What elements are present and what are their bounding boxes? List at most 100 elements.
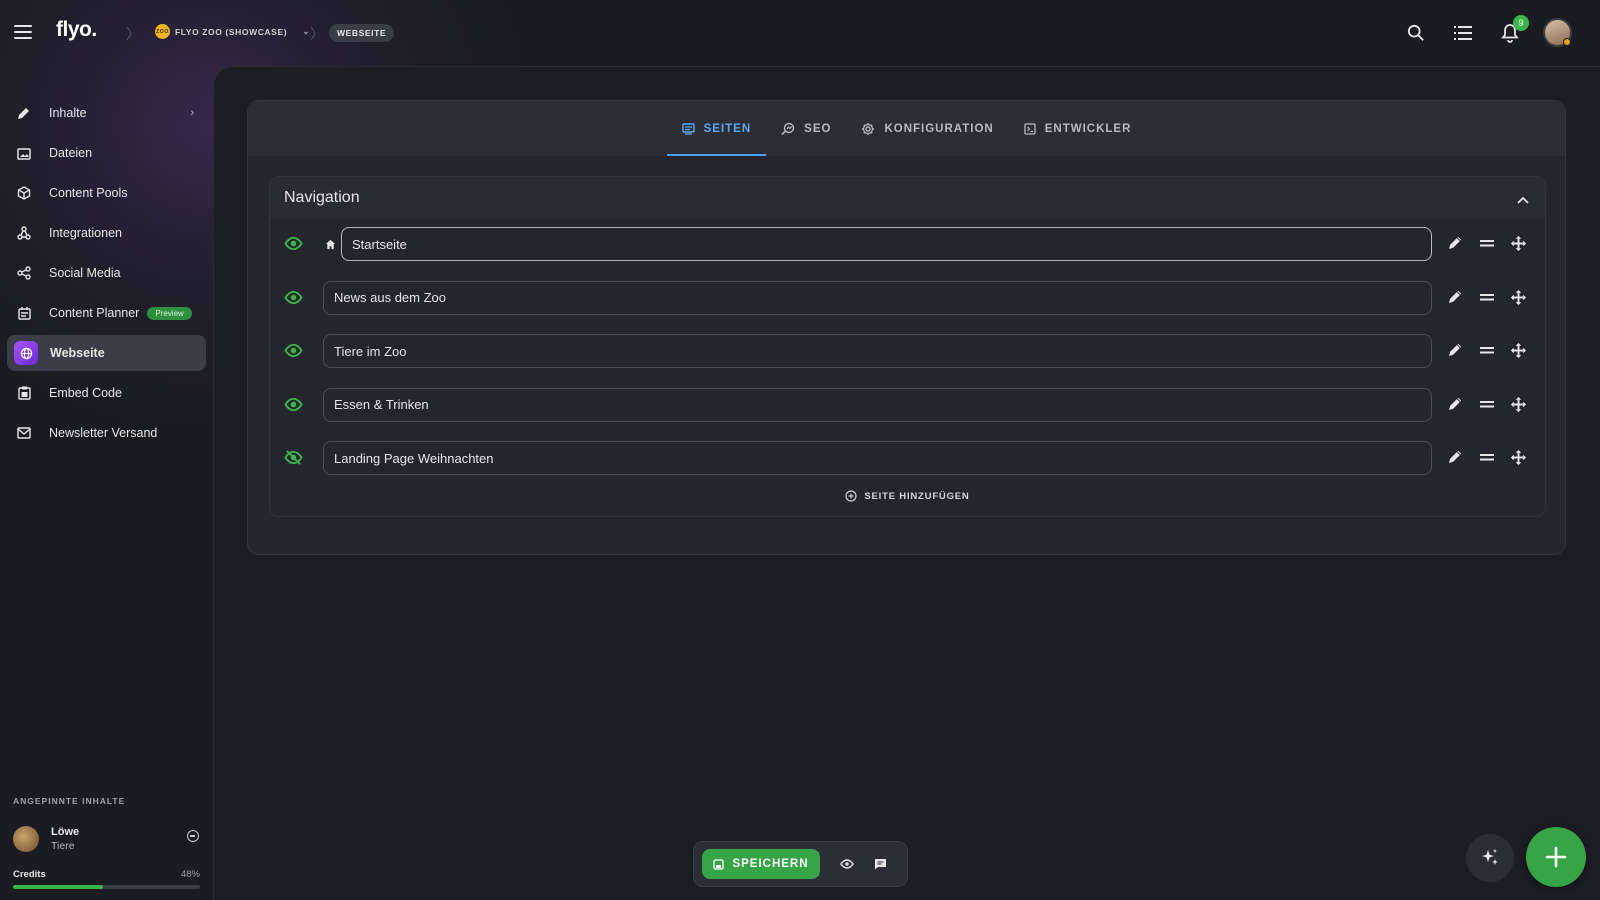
pinned-section-title: ANGEPINNTE INHALTE bbox=[13, 796, 126, 806]
seo-icon bbox=[781, 122, 795, 135]
tab-seiten[interactable]: SEITEN bbox=[666, 101, 767, 156]
page-name-input[interactable]: Tiere im Zoo bbox=[323, 334, 1432, 368]
globe-icon bbox=[14, 341, 38, 365]
sidebar-item-label: Embed Code bbox=[49, 386, 122, 400]
logo[interactable]: flyo. bbox=[56, 18, 97, 42]
drag-handle-icon[interactable] bbox=[1479, 449, 1495, 470]
page-name-input[interactable]: Essen & Trinken bbox=[323, 387, 1432, 422]
plus-icon bbox=[1545, 846, 1567, 868]
task-list-icon[interactable] bbox=[1452, 22, 1474, 44]
edit-pencil-icon[interactable] bbox=[1447, 342, 1463, 363]
unpin-icon[interactable] bbox=[187, 830, 199, 842]
move-arrows-icon[interactable] bbox=[1510, 235, 1527, 257]
page-name-input[interactable]: Startseite bbox=[341, 227, 1432, 261]
sidebar-item-social-media[interactable]: Social Media bbox=[7, 255, 206, 291]
visibility-on-icon[interactable] bbox=[284, 341, 303, 365]
page-name-input[interactable]: News aus dem Zoo bbox=[323, 280, 1432, 315]
add-page-label: SEITE HINZUFÜGEN bbox=[864, 490, 970, 502]
sidebar-item-label: Content Pools bbox=[49, 186, 128, 200]
move-arrows-icon[interactable] bbox=[1510, 396, 1527, 418]
pinned-item[interactable]: Löwe Tiere bbox=[13, 822, 199, 856]
add-page-button[interactable]: SEITE HINZUFÜGEN bbox=[270, 490, 1545, 502]
add-fab-button[interactable] bbox=[1526, 827, 1586, 887]
sidebar-item-webseite[interactable]: Webseite bbox=[7, 335, 206, 371]
edit-pencil-icon[interactable] bbox=[1447, 449, 1463, 470]
breadcrumb-separator: 〉 bbox=[126, 26, 140, 42]
add-circle-icon bbox=[845, 490, 858, 502]
sidebar-item-content-planner[interactable]: Content Planner Preview bbox=[7, 295, 206, 331]
gear-icon bbox=[861, 122, 875, 136]
sidebar-item-embed-code[interactable]: Embed Code bbox=[7, 375, 206, 411]
search-icon[interactable] bbox=[1405, 22, 1427, 44]
sidebar-item-integrationen[interactable]: Integrationen bbox=[7, 215, 206, 251]
embed-icon bbox=[16, 385, 32, 401]
sidebar-item-inhalte[interactable]: Inhalte › bbox=[7, 95, 206, 131]
breadcrumb-org[interactable]: ZOO FLYO ZOO (SHOWCASE) ⌄ bbox=[155, 24, 310, 39]
sidebar-item-label: Newsletter Versand bbox=[49, 426, 158, 440]
status-dot bbox=[1563, 38, 1571, 46]
visibility-on-icon[interactable] bbox=[284, 395, 303, 419]
tab-label: SEITEN bbox=[703, 122, 752, 135]
move-arrows-icon[interactable] bbox=[1510, 289, 1527, 311]
preview-eye-icon[interactable] bbox=[840, 859, 854, 869]
folder-image-icon bbox=[16, 145, 32, 161]
tab-konfiguration[interactable]: KONFIGURATION bbox=[846, 101, 1008, 156]
cube-icon bbox=[16, 185, 32, 201]
visibility-on-icon[interactable] bbox=[284, 234, 303, 258]
credits-label: Credits bbox=[13, 869, 46, 880]
navigation-row: Essen & Trinken bbox=[270, 387, 1545, 422]
tab-label: ENTWICKLER bbox=[1044, 122, 1132, 135]
pinned-name: Löwe bbox=[51, 826, 80, 838]
edit-pencil-icon[interactable] bbox=[1447, 235, 1463, 256]
sidebar-item-label: Content Planner bbox=[49, 306, 140, 320]
notification-count-badge: 9 bbox=[1513, 15, 1529, 31]
credits-fill bbox=[13, 885, 103, 889]
sidebar-item-dateien[interactable]: Dateien bbox=[7, 135, 206, 171]
tab-entwickler[interactable]: ENTWICKLER bbox=[1009, 101, 1147, 156]
save-button[interactable]: SPEICHERN bbox=[702, 849, 820, 879]
drag-handle-icon[interactable] bbox=[1479, 396, 1495, 417]
sidebar-item-content-pools[interactable]: Content Pools bbox=[7, 175, 206, 211]
preview-badge: Preview bbox=[147, 306, 192, 320]
move-arrows-icon[interactable] bbox=[1510, 342, 1527, 364]
pinned-category: Tiere bbox=[51, 840, 75, 852]
page-name-input[interactable]: Landing Page Weihnachten bbox=[323, 441, 1432, 475]
ai-assistant-button[interactable] bbox=[1466, 834, 1514, 882]
chevron-up-icon[interactable] bbox=[1517, 191, 1529, 209]
navigation-row: News aus dem Zoo bbox=[270, 280, 1545, 315]
edit-pencil-icon[interactable] bbox=[1447, 289, 1463, 310]
tab-bar: SEITEN SEO KONFIGURATION ENTWICKLER bbox=[248, 101, 1565, 156]
visibility-on-icon[interactable] bbox=[284, 288, 303, 312]
drag-handle-icon[interactable] bbox=[1479, 235, 1495, 256]
bottom-toolbar: SPEICHERN bbox=[693, 841, 908, 887]
org-badge-icon: ZOO bbox=[155, 24, 170, 39]
navigation-panel-header[interactable]: Navigation bbox=[270, 177, 1545, 218]
tab-label: SEO bbox=[804, 122, 832, 135]
credits-track bbox=[13, 885, 200, 889]
code-icon bbox=[1024, 122, 1036, 135]
credits-meter: Credits 48% bbox=[13, 869, 200, 889]
home-icon bbox=[325, 237, 336, 255]
panel-title: Navigation bbox=[284, 188, 360, 206]
edit-pencil-icon[interactable] bbox=[1447, 396, 1463, 417]
breadcrumb-page[interactable]: WEBSEITE bbox=[329, 24, 395, 42]
sidebar-item-label: Dateien bbox=[49, 146, 93, 160]
menu-icon[interactable] bbox=[14, 22, 32, 42]
comment-icon[interactable] bbox=[874, 858, 887, 870]
navigation-row: Startseite bbox=[270, 227, 1545, 261]
webhook-icon bbox=[16, 225, 32, 241]
bell-icon[interactable]: 9 bbox=[1499, 15, 1529, 44]
tab-label: KONFIGURATION bbox=[884, 122, 994, 135]
visibility-off-icon[interactable] bbox=[284, 448, 303, 472]
top-bar: flyo. 〉 ZOO FLYO ZOO (SHOWCASE) ⌄ 〉 WEBS… bbox=[0, 0, 1600, 66]
navigation-row: Tiere im Zoo bbox=[270, 334, 1545, 368]
drag-handle-icon[interactable] bbox=[1479, 289, 1495, 310]
tab-seo[interactable]: SEO bbox=[766, 101, 846, 156]
sidebar-item-newsletter[interactable]: Newsletter Versand bbox=[7, 415, 206, 451]
org-name: FLYO ZOO (SHOWCASE) bbox=[175, 26, 288, 37]
save-label: SPEICHERN bbox=[732, 858, 809, 870]
drag-handle-icon[interactable] bbox=[1479, 342, 1495, 363]
user-avatar[interactable] bbox=[1543, 18, 1572, 47]
move-arrows-icon[interactable] bbox=[1510, 449, 1527, 471]
pencil-icon bbox=[16, 105, 32, 121]
